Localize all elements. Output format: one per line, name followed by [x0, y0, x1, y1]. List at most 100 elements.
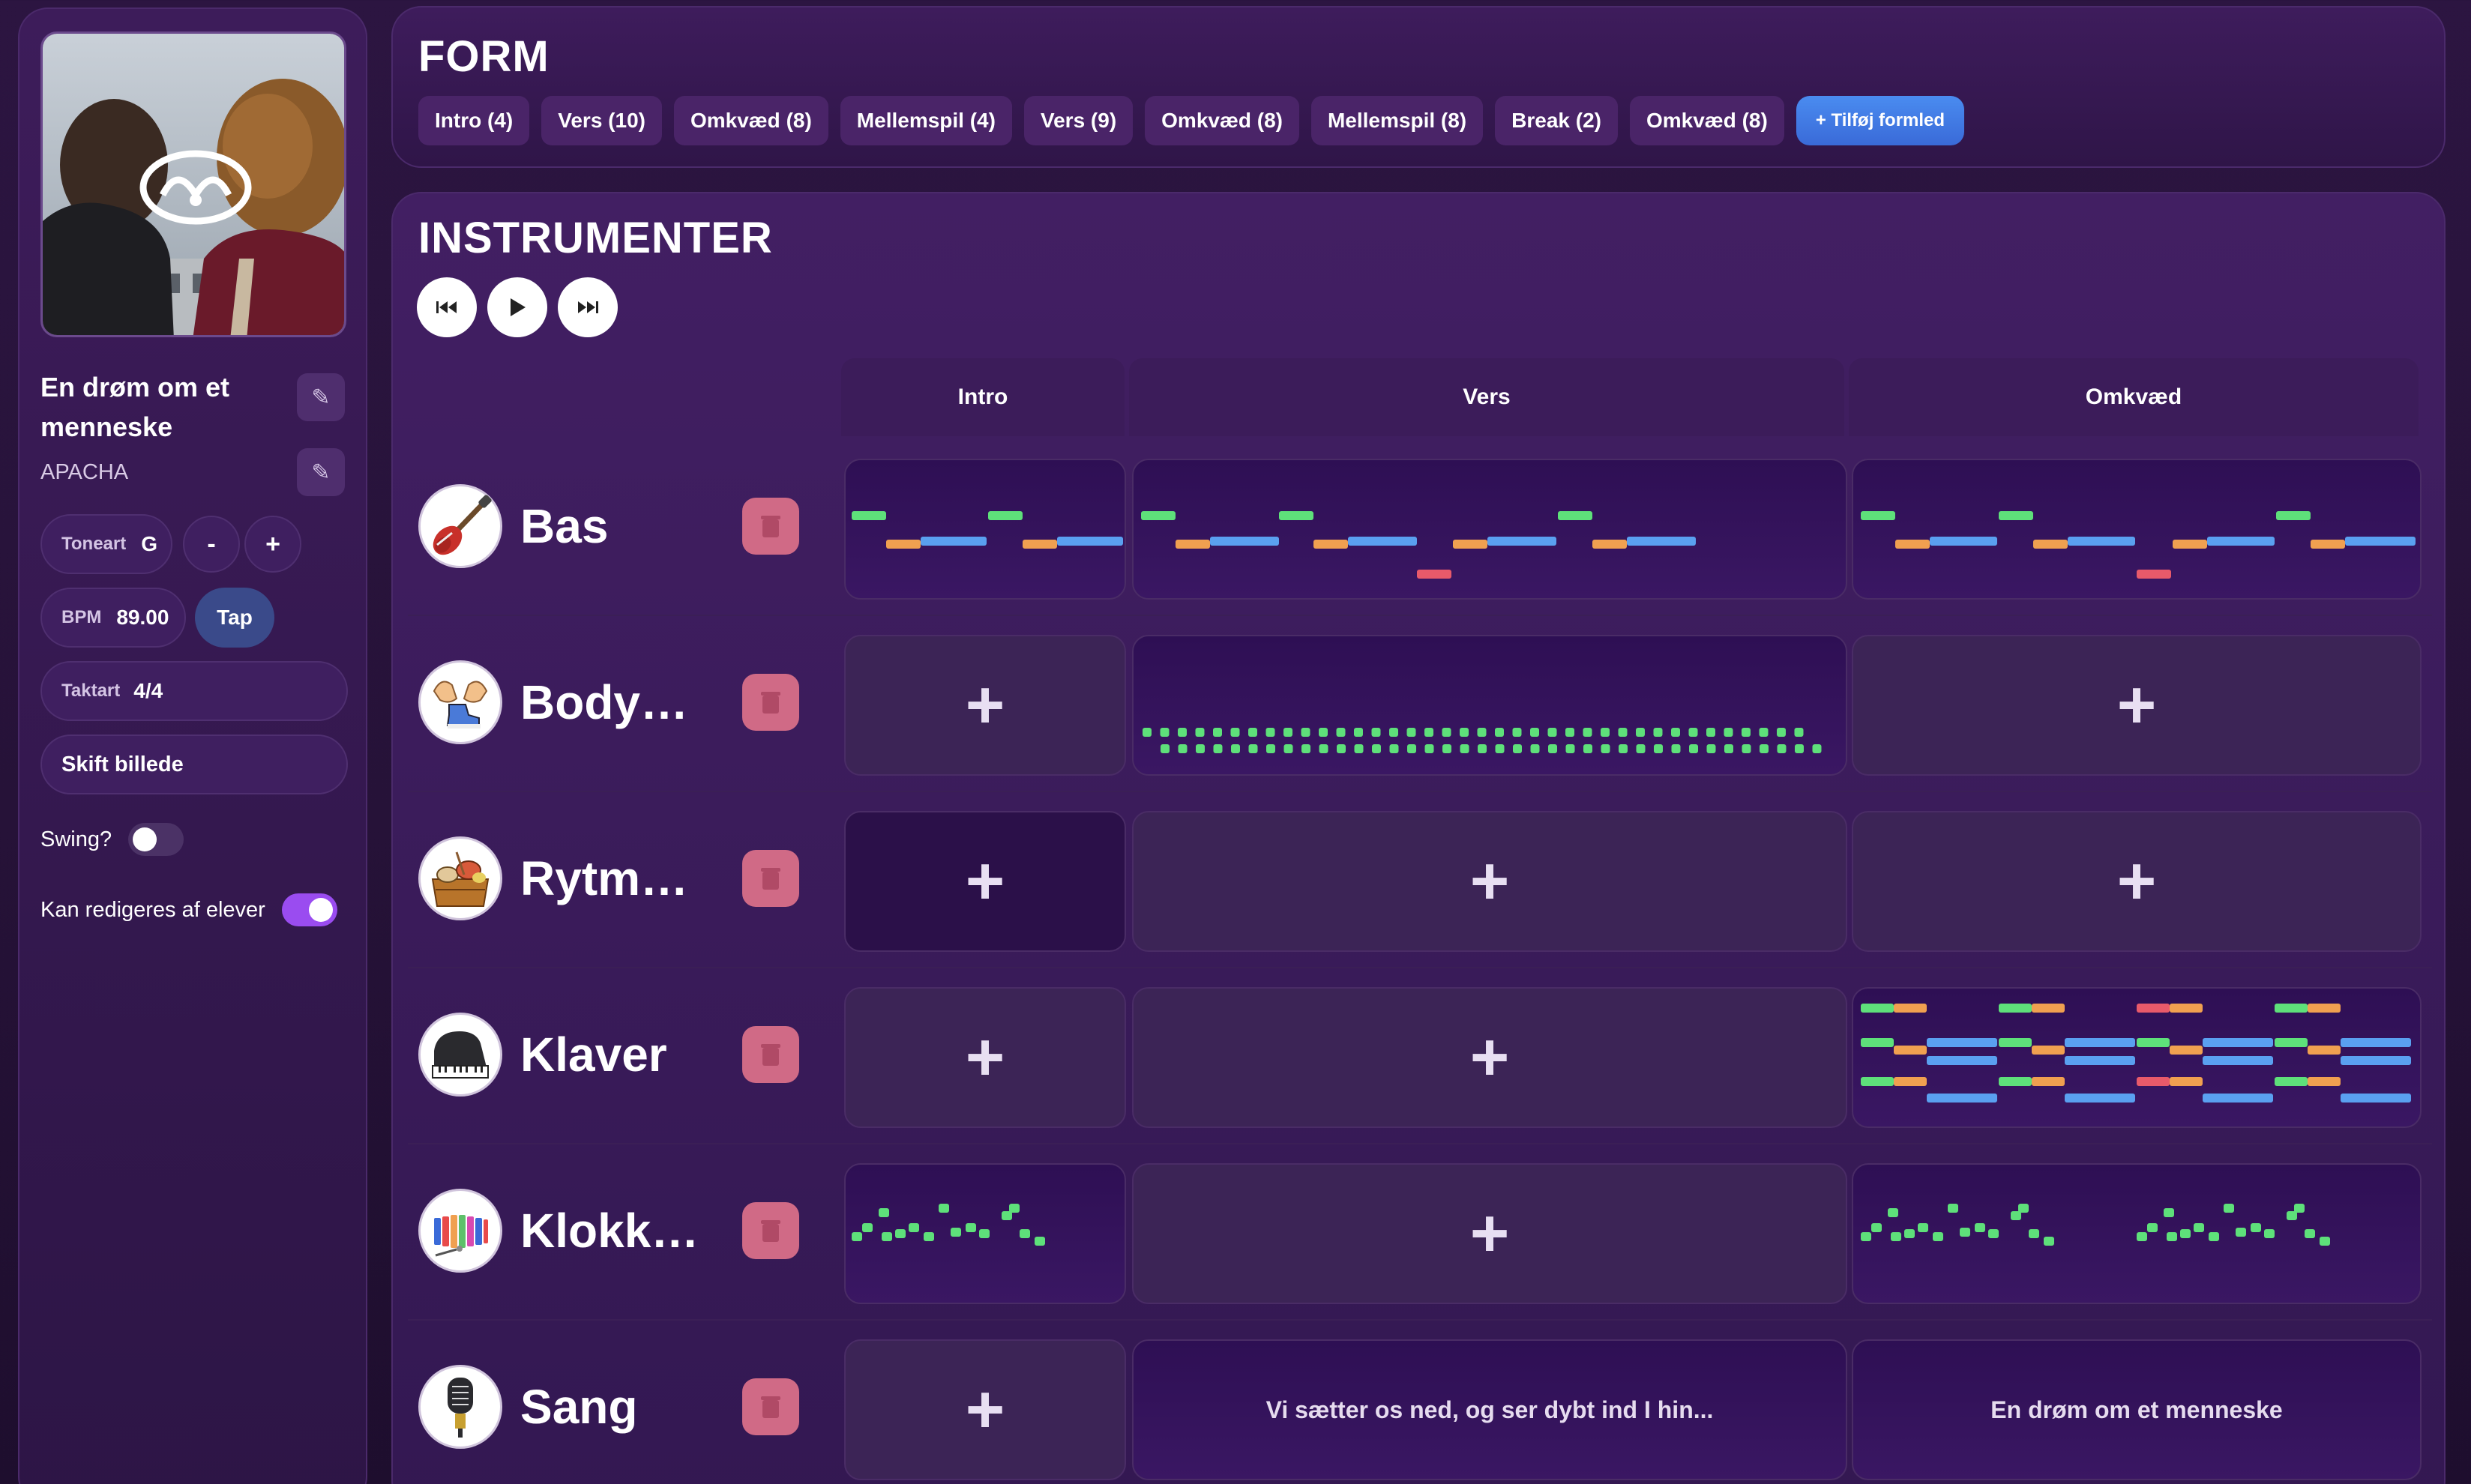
form-part-chip[interactable]: Omkvæd (8): [1629, 96, 1784, 145]
song-title: En drøm om et menneske: [40, 372, 230, 442]
lyric-text: Vi sætter os ned, og ser dybt ind I hin.…: [1265, 1396, 1714, 1423]
album-cover-image: [40, 31, 346, 337]
delete-instrument-button[interactable]: [742, 498, 799, 555]
pattern-cell[interactable]: [1132, 635, 1847, 776]
bass-vers-pattern: [1141, 511, 1696, 579]
add-pattern-icon: +: [1469, 844, 1510, 919]
form-panel: FORM Intro (4) Vers (10) Omkvæd (8) Mell…: [391, 6, 2446, 168]
skip-forward-button[interactable]: [558, 277, 618, 337]
empty-pattern-cell[interactable]: +: [1132, 987, 1847, 1128]
pattern-cell[interactable]: [844, 1163, 1126, 1304]
edit-artist-button[interactable]: ✎: [297, 448, 345, 496]
trash-icon: [761, 868, 780, 890]
trash-icon: [761, 1044, 780, 1066]
form-part-chip[interactable]: Vers (10): [541, 96, 662, 145]
pattern-cell[interactable]: [844, 459, 1126, 600]
column-header-vers: Vers: [1129, 358, 1844, 436]
lyrics-cell[interactable]: Vi sætter os ned, og ser dybt ind I hin.…: [1132, 1339, 1847, 1480]
swing-label: Swing?: [40, 827, 112, 851]
key-increase-button[interactable]: +: [244, 516, 301, 573]
key-value: G: [141, 532, 158, 555]
skip-back-button[interactable]: [417, 277, 477, 337]
row-divider: [408, 1143, 2432, 1144]
empty-pattern-cell[interactable]: +: [1132, 811, 1847, 952]
add-pattern-icon: +: [1469, 1196, 1510, 1271]
empty-pattern-cell[interactable]: +: [844, 811, 1126, 952]
empty-pattern-cell[interactable]: +: [1852, 811, 2422, 952]
empty-pattern-cell[interactable]: +: [1852, 635, 2422, 776]
form-title: FORM: [418, 32, 550, 81]
edit-title-button[interactable]: ✎: [297, 373, 345, 421]
form-part-chip[interactable]: Omkvæd (8): [1145, 96, 1299, 145]
glockenspiel-icon: [418, 1189, 502, 1273]
key-label: Toneart: [61, 534, 127, 554]
form-part-chip[interactable]: Omkvæd (8): [673, 96, 828, 145]
empty-pattern-cell[interactable]: +: [844, 635, 1126, 776]
add-pattern-icon: +: [1469, 1020, 1510, 1095]
bpm-label: BPM: [61, 607, 102, 627]
row-divider: [408, 1319, 2432, 1321]
bass-omkvaed-pattern: [1861, 511, 2416, 579]
instrument-name: Body…: [520, 675, 688, 729]
time-signature-label: Taktart: [61, 681, 121, 701]
bass-intro-pattern: [852, 511, 1123, 549]
delete-instrument-button[interactable]: [742, 674, 799, 731]
empty-pattern-cell[interactable]: +: [844, 987, 1126, 1128]
add-pattern-icon: +: [2116, 844, 2157, 919]
pattern-cell[interactable]: [1852, 459, 2422, 600]
lyrics-cell[interactable]: En drøm om et menneske: [1852, 1339, 2422, 1480]
skip-back-icon: [436, 301, 457, 313]
microphone-icon: [418, 1365, 502, 1449]
form-part-chip[interactable]: Break (2): [1495, 96, 1618, 145]
add-pattern-icon: +: [965, 668, 1005, 743]
instruments-title: INSTRUMENTER: [418, 214, 773, 262]
add-pattern-icon: +: [965, 1372, 1005, 1447]
instrument-name: Rytm…: [520, 851, 689, 905]
form-part-chip[interactable]: Vers (9): [1023, 96, 1134, 145]
editable-toggle[interactable]: [281, 893, 337, 926]
pattern-cell[interactable]: [1852, 987, 2422, 1128]
add-pattern-icon: +: [965, 844, 1005, 919]
time-signature-value: 4/4: [133, 679, 163, 702]
bpm-field[interactable]: BPM 89.00: [40, 588, 186, 648]
delete-instrument-button[interactable]: [742, 1026, 799, 1083]
delete-instrument-button[interactable]: [742, 1202, 799, 1259]
column-header-intro: Intro: [841, 358, 1125, 436]
empty-pattern-cell[interactable]: +: [844, 1339, 1126, 1480]
time-signature-selector[interactable]: Taktart 4/4: [40, 661, 348, 721]
editable-row: Kan redigeres af elever: [40, 893, 337, 926]
change-image-button[interactable]: Skift billede: [40, 735, 348, 794]
empty-pattern-cell[interactable]: +: [1132, 1163, 1847, 1304]
trash-icon: [761, 516, 780, 537]
instruments-panel: INSTRUMENTER Intro Vers Omkvæd Bas Body……: [391, 192, 2446, 1484]
form-part-chip[interactable]: Mellemspil (8): [1310, 96, 1484, 145]
lyric-text: En drøm om et menneske: [1990, 1396, 2283, 1423]
instrument-name: Klokk…: [520, 1204, 699, 1258]
body-percussion-icon: [418, 660, 502, 744]
add-pattern-icon: +: [2116, 668, 2157, 743]
key-decrease-button[interactable]: -: [183, 516, 240, 573]
swing-row: Swing?: [40, 823, 184, 856]
instrument-name: Sang: [520, 1380, 638, 1434]
form-part-chip[interactable]: Mellemspil (4): [840, 96, 1012, 145]
delete-instrument-button[interactable]: [742, 850, 799, 907]
body-vers-pattern: [1143, 728, 1822, 753]
row-divider: [408, 967, 2432, 968]
tap-tempo-button[interactable]: Tap: [195, 588, 274, 648]
swing-toggle[interactable]: [128, 823, 184, 856]
pattern-cell[interactable]: [1132, 459, 1847, 600]
piano-icon: [418, 1013, 502, 1097]
bpm-value: 89.00: [116, 606, 169, 629]
play-button[interactable]: [487, 277, 547, 337]
bass-guitar-icon: [418, 484, 502, 568]
key-selector[interactable]: Toneart G: [40, 514, 172, 574]
pattern-cell[interactable]: [1852, 1163, 2422, 1304]
row-divider: [408, 615, 2432, 616]
add-form-part-button[interactable]: + Tilføj formled: [1796, 96, 1965, 145]
form-part-chip[interactable]: Intro (4): [418, 96, 530, 145]
editable-label: Kan redigeres af elever: [40, 897, 265, 922]
skip-forward-icon: [578, 301, 598, 313]
rhythm-instruments-icon: [418, 836, 502, 920]
delete-instrument-button[interactable]: [742, 1378, 799, 1435]
sidebar: En drøm om et menneske ✎ APACHA ✎ Tonear…: [18, 7, 367, 1484]
